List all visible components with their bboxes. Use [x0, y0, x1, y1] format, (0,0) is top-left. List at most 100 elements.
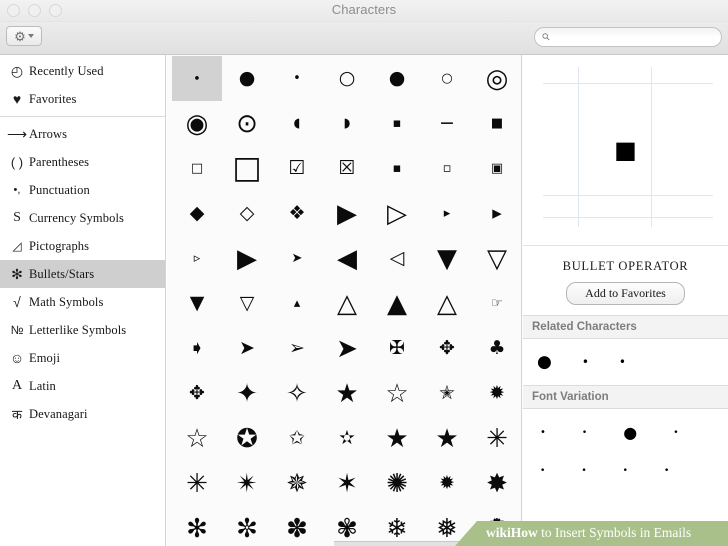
character-cell[interactable]: ○ — [322, 56, 372, 101]
character-cell[interactable]: ✾ — [322, 506, 372, 546]
sidebar-item-punctuation[interactable]: •, Punctuation — [0, 176, 165, 204]
character-cell[interactable]: ◆ — [172, 191, 222, 236]
sidebar-item-pictographs[interactable]: ◿ Pictographs — [0, 232, 165, 260]
related-character[interactable]: • — [582, 356, 589, 368]
sidebar-item-currency-symbols[interactable]: S Currency Symbols — [0, 204, 165, 232]
character-cell[interactable]: ▸ — [422, 191, 472, 236]
font-variation-character[interactable]: • — [623, 466, 628, 476]
character-cell[interactable]: ▸ — [472, 191, 521, 236]
sidebar-item-favorites[interactable]: ♥ Favorites — [0, 85, 165, 113]
character-cell[interactable]: ◁ — [372, 236, 422, 281]
character-cell[interactable]: ▹ — [172, 236, 222, 281]
character-cell[interactable]: ✽ — [272, 506, 322, 546]
character-grid[interactable]: ∙ ● • ○ ● ○ ◎ ◉ ⊙ ◖ ◗ ▪ − ■ □ □ ☑ ☒ ▪ ▫ ▣ ◆ ◇ ❖ ▶ ▷ ▸ ▸ ▹ ▶ ➤ ◀ ◁ ▼ ▽ ▼ ▽ ▴ △ ▲… — [167, 55, 521, 546]
character-cell[interactable]: □ — [222, 146, 272, 191]
character-cell[interactable]: ♣ — [472, 326, 521, 371]
character-cell[interactable]: ▽ — [222, 281, 272, 326]
character-cell[interactable]: ✻ — [172, 506, 222, 546]
character-cell[interactable]: ☞ — [472, 281, 521, 326]
character-cell[interactable]: ✹ — [422, 461, 472, 506]
font-variation-list-row2[interactable]: • • • • — [523, 457, 728, 485]
character-cell[interactable]: ✧ — [272, 371, 322, 416]
character-cell[interactable]: ☑ — [272, 146, 322, 191]
search-field[interactable]: ⚲ — [534, 27, 722, 47]
sidebar-item-math-symbols[interactable]: √ Math Symbols — [0, 288, 165, 316]
font-variation-character[interactable]: • — [673, 428, 678, 438]
font-variation-character[interactable]: • — [581, 466, 586, 476]
character-cell[interactable]: ▼ — [422, 236, 472, 281]
character-cell[interactable]: ◀ — [322, 236, 372, 281]
character-cell[interactable]: ✥ — [172, 371, 222, 416]
character-cell[interactable]: ▲ — [372, 281, 422, 326]
sidebar-item-arrows[interactable]: ⟶ Arrows — [0, 120, 165, 148]
sidebar-item-recently-used[interactable]: ◴ Recently Used — [0, 57, 165, 85]
character-cell[interactable]: ✪ — [222, 416, 272, 461]
character-cell[interactable]: ➢ — [272, 326, 322, 371]
character-cell[interactable]: ➧ — [172, 326, 222, 371]
character-cell[interactable]: ∙ — [172, 56, 222, 101]
character-cell[interactable]: ▴ — [272, 281, 322, 326]
search-input[interactable] — [555, 30, 710, 44]
font-variation-character[interactable]: • — [664, 466, 669, 476]
related-character[interactable]: • — [619, 356, 626, 368]
character-cell[interactable]: ▼ — [172, 281, 222, 326]
character-cell[interactable]: ● — [372, 56, 422, 101]
character-cell[interactable]: ■ — [472, 101, 521, 146]
add-to-favorites-button[interactable]: Add to Favorites — [566, 282, 685, 305]
sidebar-item-letterlike-symbols[interactable]: № Letterlike Symbols — [0, 316, 165, 344]
character-grid-pane[interactable]: ∙ ● • ○ ● ○ ◎ ◉ ⊙ ◖ ◗ ▪ − ■ □ □ ☑ ☒ ▪ ▫ ▣ ◆ ◇ ❖ ▶ ▷ ▸ ▸ ▹ ▶ ➤ ◀ ◁ ▼ ▽ ▼ ▽ ▴ △ ▲… — [167, 55, 522, 546]
font-variation-character[interactable]: ● — [623, 425, 637, 441]
character-cell[interactable]: ◗ — [322, 101, 372, 146]
character-cell[interactable]: ☆ — [372, 371, 422, 416]
character-cell[interactable]: ▫ — [422, 146, 472, 191]
character-cell[interactable]: ▽ — [472, 236, 521, 281]
character-cell[interactable]: ▷ — [372, 191, 422, 236]
font-variation-list[interactable]: • • ● • — [523, 409, 728, 457]
sidebar-item-devanagari[interactable]: क Devanagari — [0, 400, 165, 428]
character-cell[interactable]: ✳ — [172, 461, 222, 506]
character-cell[interactable]: ❄ — [372, 506, 422, 546]
character-cell[interactable]: ★ — [322, 371, 372, 416]
character-cell[interactable]: ☆ — [172, 416, 222, 461]
font-variation-character[interactable]: • — [540, 466, 545, 476]
character-cell[interactable]: □ — [172, 146, 222, 191]
character-cell[interactable]: ☒ — [322, 146, 372, 191]
character-cell[interactable]: △ — [322, 281, 372, 326]
character-cell[interactable]: ✸ — [472, 461, 521, 506]
character-cell[interactable]: ✠ — [372, 326, 422, 371]
character-cell[interactable]: △ — [422, 281, 472, 326]
character-cell[interactable]: ◇ — [222, 191, 272, 236]
character-cell[interactable]: ➤ — [222, 326, 272, 371]
character-cell[interactable]: ▣ — [472, 146, 521, 191]
character-cell[interactable]: ✶ — [322, 461, 372, 506]
character-cell[interactable]: ★ — [372, 416, 422, 461]
sidebar-item-emoji[interactable]: ☺ Emoji — [0, 344, 165, 372]
related-character[interactable]: ● — [537, 353, 552, 371]
character-cell[interactable]: • — [272, 56, 322, 101]
character-cell[interactable]: ✳ — [472, 416, 521, 461]
character-cell[interactable]: ◖ — [272, 101, 322, 146]
character-cell[interactable]: ❖ — [272, 191, 322, 236]
sidebar-item-latin[interactable]: A Latin — [0, 372, 165, 400]
action-menu-button[interactable]: ⚙ — [6, 26, 42, 46]
character-cell[interactable]: ⊙ — [222, 101, 272, 146]
character-cell[interactable]: ● — [222, 56, 272, 101]
character-cell[interactable]: ✺ — [372, 461, 422, 506]
character-cell[interactable]: ○ — [422, 56, 472, 101]
character-cell[interactable]: ✦ — [222, 371, 272, 416]
character-cell[interactable]: − — [422, 101, 472, 146]
character-cell[interactable]: ✹ — [472, 371, 521, 416]
character-cell[interactable]: ◉ — [172, 101, 222, 146]
character-cell[interactable]: ✩ — [272, 416, 322, 461]
character-cell[interactable]: ◎ — [472, 56, 521, 101]
character-cell[interactable]: ➤ — [272, 236, 322, 281]
font-variation-character[interactable]: • — [582, 428, 587, 438]
character-cell[interactable]: ▪ — [372, 146, 422, 191]
sidebar-item-bullets-stars[interactable]: ✻ Bullets/Stars — [0, 260, 165, 288]
character-cell[interactable]: ▶ — [222, 236, 272, 281]
character-cell[interactable]: ✫ — [322, 416, 372, 461]
character-cell[interactable]: ✼ — [222, 506, 272, 546]
character-cell[interactable]: ✥ — [422, 326, 472, 371]
sidebar-item-parentheses[interactable]: ( ) Parentheses — [0, 148, 165, 176]
character-cell[interactable]: ✵ — [272, 461, 322, 506]
